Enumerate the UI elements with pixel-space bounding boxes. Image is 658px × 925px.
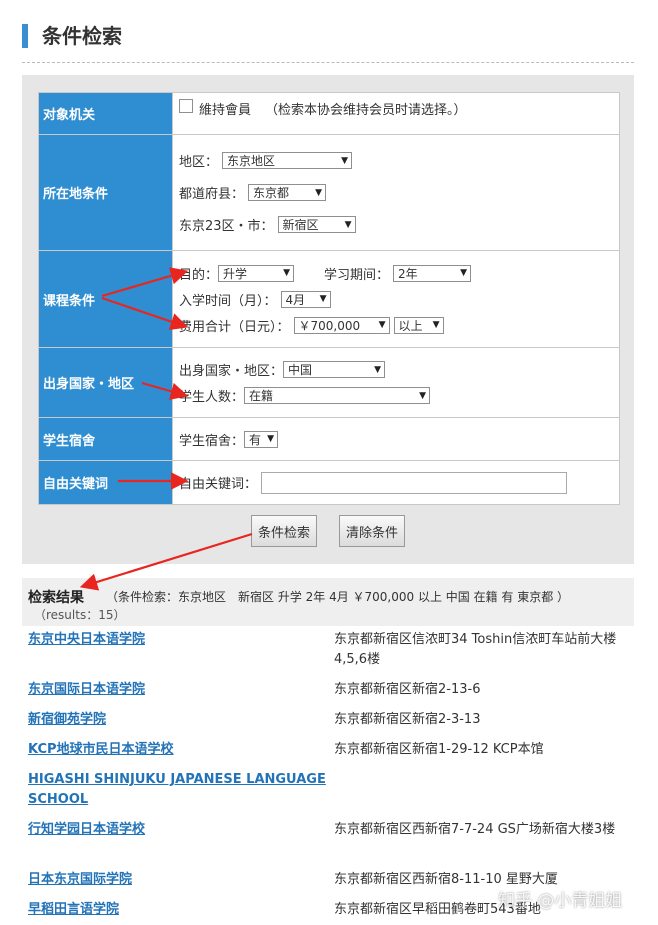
region-select[interactable]: 东京地区 ▼ bbox=[222, 152, 353, 169]
school-link[interactable]: HIGASHI SHINJUKU JAPANESE LANGUAGE SCHOO… bbox=[28, 770, 328, 810]
chevron-down-icon: ▼ bbox=[378, 320, 386, 330]
chevron-down-icon: ▼ bbox=[460, 268, 468, 278]
chevron-down-icon: ▼ bbox=[341, 155, 349, 166]
form-label: 出身国家・地区 bbox=[38, 347, 173, 418]
dorm-label: 学生宿舍： bbox=[179, 433, 245, 449]
chevron-down-icon: ▼ bbox=[344, 219, 352, 230]
purpose-select[interactable]: 升学 ▼ bbox=[218, 264, 295, 282]
form-label: 学生宿舍 bbox=[38, 417, 173, 461]
school-address: 东京都新宿区西新宿7-7-24 GS广场新宿大楼3楼 bbox=[334, 822, 616, 837]
school-link[interactable]: 行知学园日本语学校 bbox=[28, 820, 328, 840]
chevron-down-icon: ▼ bbox=[374, 364, 382, 375]
page-title: 条件检索 bbox=[42, 24, 122, 48]
form-row-country: 出身国家・地区 出身国家・地区： 中国 ▼ 学生人数： 在籍 ▼ bbox=[38, 347, 620, 418]
month-select[interactable]: 4月 ▼ bbox=[280, 290, 331, 308]
region-label: 地区： bbox=[179, 155, 219, 170]
chevron-down-icon: ▼ bbox=[267, 434, 275, 444]
school-link[interactable]: 新宿御苑学院 bbox=[28, 710, 328, 730]
school-address: 东京都新宿区新宿2-13-6 bbox=[334, 682, 481, 697]
prefecture-label: 都道府县： bbox=[179, 187, 245, 202]
students-select[interactable]: 在籍 ▼ bbox=[244, 387, 431, 404]
form-row-institution: 对象机关 維持會員 （检索本协会维持会员时请选择。） bbox=[38, 92, 620, 135]
keyword-label: 自由关键词： bbox=[179, 477, 258, 492]
school-address: 东京都新宿区信浓町34 Toshin信浓町车站前大楼4,5,6楼 bbox=[334, 632, 617, 667]
school-address: 东京都新宿区新宿2-3-13 bbox=[334, 712, 481, 727]
school-link[interactable]: 东京国际日本语学院 bbox=[28, 680, 328, 700]
form-label: 对象机关 bbox=[38, 92, 173, 135]
school-link[interactable]: KCP地球市民日本语学校 bbox=[28, 740, 328, 760]
form-row-course: 课程条件 目的： 升学 ▼ 学习期间： 2年 ▼ 入学时间（月）： 4月 ▼ 费用合计… bbox=[38, 250, 620, 348]
results-header: 检索结果 （条件检索：东京地区 新宿区 升学 2年 4月 ￥700,000 以上… bbox=[22, 578, 634, 626]
city-select[interactable]: 新宿区 ▼ bbox=[277, 216, 356, 233]
dorm-select[interactable]: 有 ▼ bbox=[244, 430, 279, 448]
purpose-label: 目的： bbox=[179, 267, 219, 283]
form-label: 课程条件 bbox=[38, 250, 173, 348]
fee-condition-select[interactable]: 以上 ▼ bbox=[393, 316, 444, 334]
form-label: 自由关键词 bbox=[38, 460, 173, 505]
search-form: 对象机关 維持會員 （检索本协会维持会员时请选择。） 所在地条件 地区： 东京地… bbox=[38, 92, 620, 505]
form-row-dorm: 学生宿舍 学生宿舍： 有 ▼ bbox=[38, 417, 620, 461]
checkbox-note: （检索本协会维持会员时请选择。） bbox=[265, 102, 467, 118]
form-row-keyword: 自由关键词 自由关键词： bbox=[38, 460, 620, 505]
chevron-down-icon: ▼ bbox=[419, 390, 427, 401]
results-count: （results：15） bbox=[34, 608, 126, 622]
clear-button[interactable]: 清除条件 bbox=[339, 515, 405, 547]
search-button[interactable]: 条件检索 bbox=[251, 515, 317, 547]
school-link[interactable]: 日本东京国际学院 bbox=[28, 870, 328, 890]
fee-label: 费用合计（日元）： bbox=[179, 319, 290, 335]
results-title: 检索结果 bbox=[28, 590, 84, 606]
month-label: 入学时间（月）： bbox=[179, 293, 277, 309]
country-label: 出身国家・地区： bbox=[179, 364, 284, 379]
title-divider bbox=[22, 62, 634, 63]
chevron-down-icon: ▼ bbox=[283, 268, 291, 278]
chevron-down-icon: ▼ bbox=[315, 187, 323, 198]
students-label: 学生人数： bbox=[179, 390, 245, 405]
period-label: 学习期间： bbox=[324, 267, 390, 283]
fee-select[interactable]: ￥700,000 ▼ bbox=[293, 316, 390, 334]
form-row-location: 所在地条件 地区： 东京地区 ▼ 都道府县： 东京都 ▼ 东京23区・市： 新宿区 ▼ bbox=[38, 134, 620, 251]
chevron-down-icon: ▼ bbox=[319, 294, 327, 304]
country-select[interactable]: 中国 ▼ bbox=[283, 361, 386, 378]
keyword-input[interactable] bbox=[261, 471, 568, 494]
city-label: 东京23区・市： bbox=[179, 219, 274, 234]
title-accent-bar bbox=[22, 24, 28, 48]
prefecture-select[interactable]: 东京都 ▼ bbox=[248, 184, 327, 201]
period-select[interactable]: 2年 ▼ bbox=[393, 264, 472, 282]
form-label: 所在地条件 bbox=[38, 134, 173, 251]
chevron-down-icon: ▼ bbox=[432, 320, 440, 330]
school-address: 东京都新宿区新宿1-29-12 KCP本馆 bbox=[334, 742, 544, 757]
school-link[interactable]: 东京中央日本语学院 bbox=[28, 630, 328, 650]
results-conditions: （条件检索：东京地区 新宿区 升学 2年 4月 ￥700,000 以上 中国 在… bbox=[106, 590, 570, 604]
watermark: 知乎 @小青姐姐 bbox=[498, 891, 623, 911]
checkbox-label: 維持會員 bbox=[199, 102, 252, 118]
member-checkbox[interactable] bbox=[179, 98, 193, 113]
school-link[interactable]: 早稻田言语学院 bbox=[28, 900, 328, 920]
